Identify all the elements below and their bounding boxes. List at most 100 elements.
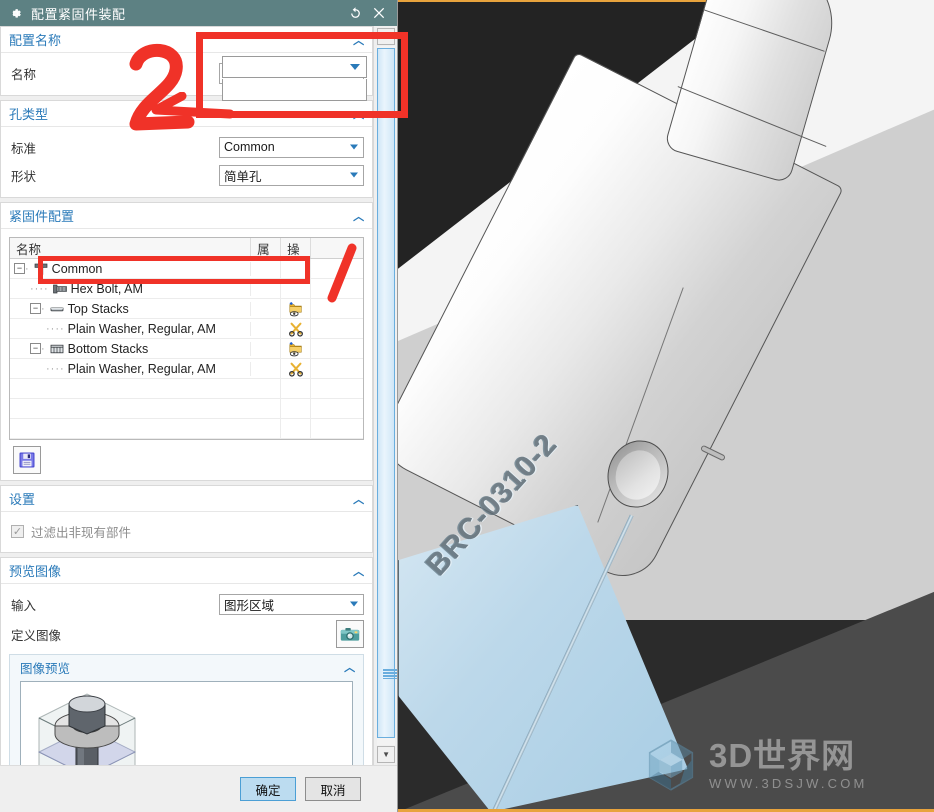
tree-cell-attribute[interactable] bbox=[251, 359, 282, 378]
chevron-up-icon[interactable]: ︿ bbox=[353, 563, 364, 579]
section-body-settings: ✓ 过滤出非现有部件 bbox=[1, 512, 373, 552]
chevron-up-icon[interactable]: ︿ bbox=[353, 32, 364, 48]
tree-cell-attribute[interactable] bbox=[251, 339, 282, 358]
input-source-select[interactable]: 图形区域 bbox=[219, 593, 364, 615]
column-header-attribute[interactable]: 属 bbox=[251, 238, 282, 258]
tree-cell-operation[interactable] bbox=[281, 299, 312, 318]
tree-cell-attribute[interactable] bbox=[251, 399, 282, 418]
tree-row[interactable]: ···· Hex Bolt, AM bbox=[10, 279, 364, 299]
chevron-up-icon[interactable]: ︿ bbox=[353, 106, 364, 122]
filter-non-existing-parts-checkbox[interactable]: ✓ bbox=[11, 524, 24, 538]
scissors-icon[interactable] bbox=[288, 361, 304, 377]
section-body-fastener-config: 名称 属 操 − · Common ···· Hex Bolt, AM − · Top Sta… bbox=[1, 229, 373, 480]
tree-cell-attribute[interactable] bbox=[251, 319, 282, 338]
chevron-up-icon[interactable]: ︿ bbox=[353, 208, 364, 224]
section-header-preview-image[interactable]: 预览图像 ︿ bbox=[1, 558, 373, 584]
tree-row-empty[interactable] bbox=[10, 399, 364, 419]
tree-cell-name[interactable]: − · Top Stacks bbox=[10, 301, 252, 316]
dialog-scrollbar[interactable]: ▲ ▼ bbox=[373, 26, 397, 765]
section-header-hole-type[interactable]: 孔类型 ︿ bbox=[1, 101, 373, 127]
tree-cell-operation[interactable] bbox=[281, 379, 312, 398]
tree-row[interactable]: − · Top Stacks bbox=[10, 299, 364, 319]
image-preview-canvas[interactable] bbox=[20, 681, 354, 765]
tree-cell-extra bbox=[311, 399, 363, 418]
tree-row-empty[interactable] bbox=[10, 419, 364, 439]
tree-row[interactable]: ···· Plain Washer, Regular, AM bbox=[10, 319, 364, 339]
fastener-tree[interactable]: 名称 属 操 − · Common ···· Hex Bolt, AM − · Top Sta… bbox=[9, 237, 365, 440]
dialog-titlebar[interactable]: 配置紧固件装配 bbox=[0, 0, 397, 26]
camera-icon[interactable] bbox=[336, 620, 365, 648]
washer-flat-icon bbox=[49, 302, 65, 316]
tree-cell-operation[interactable] bbox=[281, 319, 312, 338]
tree-cell-operation[interactable] bbox=[281, 259, 312, 278]
section-header-config-name[interactable]: 配置名称 ︿ bbox=[1, 27, 373, 53]
tree-row[interactable]: − · Bottom Stacks bbox=[10, 339, 364, 359]
scrollbar-thumb[interactable] bbox=[377, 48, 397, 738]
section-hole-type: 孔类型 ︿ 标准 Common 形状 简单孔 bbox=[0, 100, 374, 198]
tree-cell-operation[interactable] bbox=[281, 399, 312, 418]
add-folder-icon[interactable] bbox=[288, 341, 304, 357]
tree-expander-icon[interactable]: − bbox=[30, 343, 41, 354]
tree-connector: ···· bbox=[46, 362, 65, 375]
reset-icon[interactable] bbox=[343, 2, 367, 24]
tree-cell-attribute[interactable] bbox=[251, 379, 282, 398]
shape-select[interactable]: 简单孔 bbox=[219, 164, 364, 186]
column-header-name[interactable]: 名称 bbox=[10, 238, 252, 258]
tree-cell-attribute[interactable] bbox=[251, 299, 282, 318]
name-combobox-dropdown-list[interactable] bbox=[222, 79, 367, 101]
column-header-operation[interactable]: 操 bbox=[281, 238, 312, 258]
configure-fastener-assembly-dialog[interactable]: 配置紧固件装配 配置名称 ︿ 名称 孔类型 ︿ 标准 Common 形状 简单孔… bbox=[0, 0, 398, 812]
tree-row[interactable]: − · Common bbox=[10, 259, 364, 279]
name-combobox-open[interactable] bbox=[222, 56, 367, 101]
tree-cell-operation[interactable] bbox=[281, 419, 312, 438]
stack-icon bbox=[49, 342, 65, 356]
tree-cell-attribute[interactable] bbox=[251, 419, 282, 438]
tree-row-empty[interactable] bbox=[10, 379, 364, 399]
chevron-down-icon[interactable] bbox=[350, 172, 358, 178]
tree-cell-name[interactable]: − · Bottom Stacks bbox=[10, 341, 252, 356]
tree-expander-icon[interactable]: − bbox=[14, 263, 25, 274]
tree-cell-operation[interactable] bbox=[281, 359, 312, 378]
tree-cell-name[interactable]: ···· Plain Washer, Regular, AM bbox=[10, 361, 252, 376]
section-title: 图像预览 bbox=[20, 661, 71, 676]
section-preview-image: 预览图像 ︿ 输入 图形区域 定义图像 图像预览 ︿ bbox=[0, 557, 374, 765]
ok-button[interactable]: 确定 bbox=[240, 777, 296, 801]
cancel-button[interactable]: 取消 bbox=[305, 777, 361, 801]
chevron-down-icon[interactable] bbox=[350, 144, 358, 150]
filter-non-existing-parts-row[interactable]: ✓ 过滤出非现有部件 bbox=[9, 518, 364, 544]
chevron-down-icon[interactable] bbox=[350, 601, 358, 607]
tree-cell-operation[interactable] bbox=[281, 279, 312, 298]
tree-row[interactable]: ···· Plain Washer, Regular, AM bbox=[10, 359, 364, 379]
row-standard: 标准 Common bbox=[9, 133, 364, 161]
tree-expander-icon[interactable]: − bbox=[30, 303, 41, 314]
watermark-title: 3D世界网 bbox=[709, 737, 856, 774]
section-header-fastener-config[interactable]: 紧固件配置 ︿ bbox=[1, 203, 373, 229]
cube-aperture-logo-icon bbox=[648, 739, 694, 791]
tree-cell-name[interactable]: ···· Plain Washer, Regular, AM bbox=[10, 321, 252, 336]
tree-cell-operation[interactable] bbox=[281, 339, 312, 358]
close-icon[interactable] bbox=[367, 2, 391, 24]
standard-select[interactable]: Common bbox=[219, 136, 364, 158]
chevron-up-icon[interactable]: ︿ bbox=[344, 659, 355, 675]
section-header-settings[interactable]: 设置 ︿ bbox=[1, 486, 373, 512]
label-name: 名称 bbox=[11, 67, 37, 82]
tree-node-label: Bottom Stacks bbox=[67, 341, 149, 356]
chevron-up-icon[interactable]: ︿ bbox=[353, 491, 364, 507]
section-title: 设置 bbox=[9, 492, 36, 507]
tree-cell-attribute[interactable] bbox=[251, 279, 282, 298]
chevron-down-icon[interactable] bbox=[350, 64, 360, 70]
row-shape: 形状 简单孔 bbox=[9, 161, 364, 189]
add-folder-icon[interactable] bbox=[288, 301, 304, 317]
scroll-up-arrow-icon[interactable]: ▲ bbox=[377, 28, 396, 45]
scroll-down-arrow-icon[interactable]: ▼ bbox=[377, 746, 396, 763]
tree-cell-name[interactable]: − · Common bbox=[10, 261, 252, 276]
label-standard: 标准 bbox=[11, 141, 37, 156]
tree-cell-name[interactable]: ···· Hex Bolt, AM bbox=[10, 281, 252, 296]
scrollbar-grip-icon bbox=[383, 669, 397, 679]
tree-cell-attribute[interactable] bbox=[251, 259, 282, 278]
save-floppy-icon[interactable] bbox=[13, 446, 41, 474]
name-combobox-field[interactable] bbox=[222, 56, 367, 78]
tree-connector: · bbox=[41, 302, 46, 315]
scissors-icon[interactable] bbox=[288, 321, 304, 337]
section-header-image-preview[interactable]: 图像预览 ︿ bbox=[10, 655, 364, 679]
